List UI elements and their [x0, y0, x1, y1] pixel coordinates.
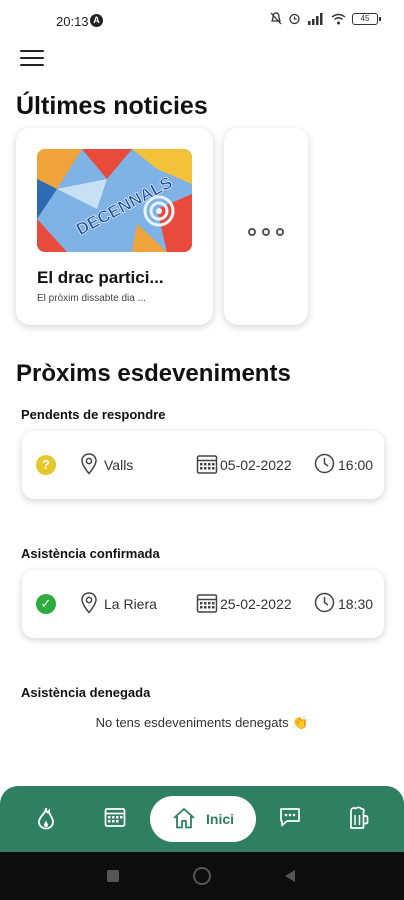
- event-time: 18:30: [338, 596, 374, 612]
- news-card[interactable]: DECENNALS El drac partici... El pròxim d…: [16, 128, 213, 325]
- event-card-confirmed[interactable]: ✓ La Riera 25-02-2022 18:30: [22, 570, 384, 638]
- mute-icon: [270, 12, 282, 25]
- location-pin-icon: [81, 453, 97, 475]
- menu-button[interactable]: [20, 50, 44, 68]
- back-button[interactable]: [283, 869, 297, 883]
- news-thumbnail: DECENNALS: [37, 149, 192, 252]
- home-system-button[interactable]: [193, 867, 211, 885]
- beer-icon[interactable]: [347, 806, 369, 830]
- calendar-icon: [196, 455, 218, 474]
- bottom-nav: Inici: [0, 786, 404, 852]
- calendar-icon[interactable]: [104, 806, 126, 828]
- system-nav-bar: [0, 852, 404, 900]
- nav-home-button[interactable]: Inici: [150, 796, 256, 842]
- news-section-title: Últimes noticies: [16, 92, 208, 120]
- notification-a-icon: A: [90, 14, 103, 27]
- event-card-pending[interactable]: ? Valls 05-02-2022 16:00: [22, 431, 384, 499]
- calendar-icon: [196, 594, 218, 613]
- chat-icon[interactable]: [279, 806, 301, 828]
- events-section-title: Pròxims esdeveniments: [16, 360, 291, 387]
- home-icon: [173, 808, 195, 829]
- status-icons: 45: [270, 12, 381, 25]
- event-location: La Riera: [104, 596, 157, 612]
- pending-label: Pendents de respondre: [21, 407, 166, 422]
- denied-empty-message: No tens esdeveniments denegats 👏: [95, 715, 309, 730]
- confirmed-label: Asistència confirmada: [21, 546, 160, 561]
- status-bar: 20:13 A 45: [0, 0, 404, 42]
- wifi-icon: [331, 13, 346, 24]
- event-time: 16:00: [338, 457, 374, 473]
- clock-icon: [314, 453, 335, 474]
- menu-line: [20, 50, 44, 52]
- location-pin-icon: [81, 592, 97, 614]
- denied-label: Asistència denegada: [21, 685, 151, 700]
- news-card-subtitle: El pròxim dissabte dia ...: [37, 293, 146, 304]
- menu-line: [20, 64, 44, 66]
- event-date: 05-02-2022: [220, 457, 292, 473]
- alarm-icon: [289, 13, 300, 25]
- event-location: Valls: [104, 457, 134, 473]
- pending-status-icon: ?: [36, 455, 56, 475]
- battery-icon: 45: [352, 12, 381, 25]
- recents-button[interactable]: [107, 870, 119, 882]
- news-card-title: El drac partici...: [37, 268, 164, 287]
- event-date: 25-02-2022: [220, 596, 292, 612]
- menu-line: [20, 57, 44, 59]
- signal-icon: [308, 12, 323, 25]
- confirmed-check-icon: ✓: [36, 594, 56, 614]
- status-time: 20:13: [56, 14, 89, 29]
- more-dots-icon: [248, 228, 284, 236]
- flame-icon[interactable]: [36, 806, 56, 830]
- nav-home-label: Inici: [206, 811, 235, 827]
- clock-icon: [314, 592, 335, 613]
- more-news-button[interactable]: [224, 128, 308, 325]
